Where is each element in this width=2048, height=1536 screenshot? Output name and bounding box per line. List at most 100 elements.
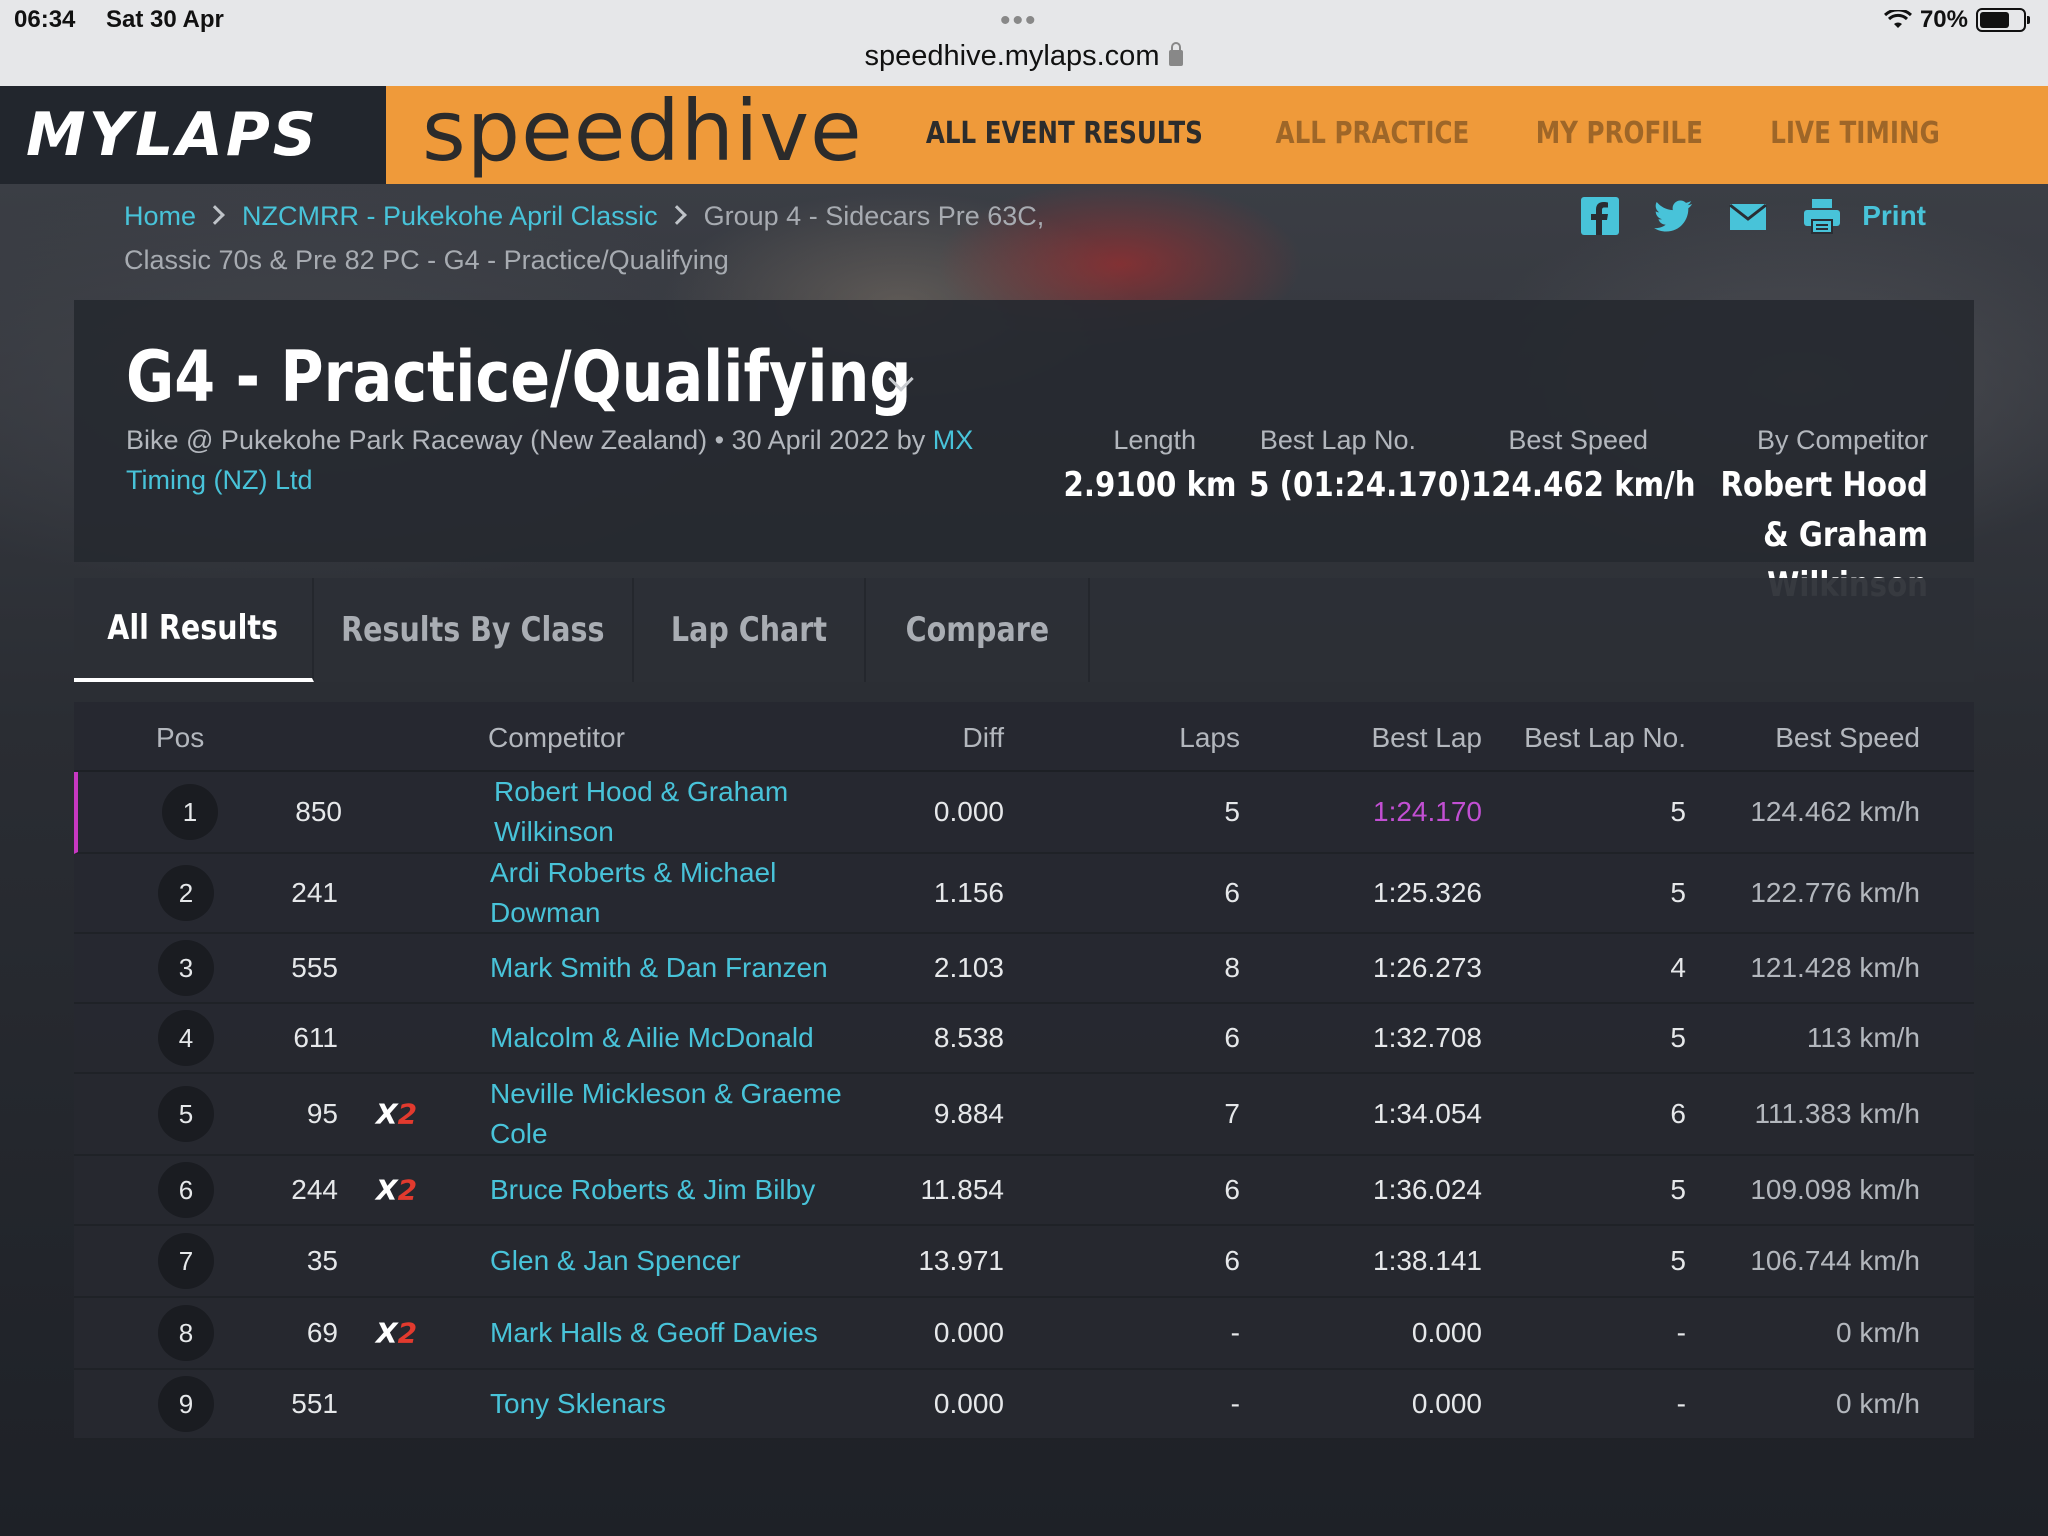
table-row[interactable]: 7 35 Glen & Jan Spencer 13.971 6 1:38.141 5 106… [74,1226,1974,1298]
nav-live-timing[interactable]: LIVE TIMING [1770,116,1940,151]
wifi-icon [1883,10,1912,28]
best-lap-value: 0.000 [1411,1317,1482,1348]
race-number: 241 [291,877,338,908]
best-lap-no-value: 4 [1670,952,1686,983]
diff-value: 11.854 [920,1174,1004,1205]
race-number: 551 [291,1388,338,1419]
x2-badge: X2 [376,1316,418,1350]
laps-value: 5 [1224,796,1240,827]
race-number: 850 [295,796,342,827]
position-badge: 3 [158,940,214,996]
tab-all-results[interactable]: All Results [74,578,314,682]
header-best-lap[interactable]: Best Lap [1371,722,1482,754]
tab-label: Compare [905,610,1049,650]
table-row[interactable]: 4 611 Malcolm & Ailie McDonald 8.538 6 1:32.7… [74,1004,1974,1074]
laps-value: 6 [1224,1174,1240,1205]
table-row[interactable]: 2 241 Ardi Roberts & Michael Dowman 1.156 6 1… [74,854,1974,934]
table-header: Pos Competitor Diff Laps Best Lap Best L… [74,702,1974,772]
breadcrumb-home[interactable]: Home [124,201,196,231]
competitor-link[interactable]: Ardi Roberts & Michael Dowman [490,853,850,933]
site-header: MYLAPS speedhive ALL EVENT RESULTS ALL P… [0,82,2048,184]
tab-label: Results By Class [341,610,605,650]
status-time: 06:34 [14,6,76,33]
results-tabs: All Results Results By Class Lap Chart C… [74,578,1974,682]
table-row[interactable]: 3 555 Mark Smith & Dan Franzen 2.103 8 1:26.2… [74,934,1974,1004]
laps-value: 8 [1224,952,1240,983]
tab-lap-chart[interactable]: Lap Chart [634,578,866,682]
nav-all-event-results[interactable]: ALL EVENT RESULTS [926,116,1203,151]
twitter-icon[interactable] [1654,196,1694,236]
print-icon[interactable] [1802,196,1842,236]
table-row[interactable]: 8 69 X2 Mark Halls & Geoff Davies 0.000 - 0.00… [74,1298,1974,1370]
tab-label: All Results [107,608,279,648]
best-lap-value: 1:32.708 [1373,1022,1482,1053]
print-button[interactable]: Print [1862,200,1926,232]
best-lap-no-value: 5 [1670,877,1686,908]
competitor-link[interactable]: Mark Halls & Geoff Davies [490,1313,850,1353]
best-lap-value: 1:34.054 [1373,1098,1482,1129]
best-speed-value: 0 km/h [1835,1317,1920,1348]
competitor-link[interactable]: Tony Sklenars [490,1384,850,1424]
competitor-link[interactable]: Malcolm & Ailie McDonald [490,1018,850,1058]
laps-value: 6 [1224,1022,1240,1053]
status-right: 70% [1883,6,2030,34]
competitor-link[interactable]: Mark Smith & Dan Franzen [490,948,850,988]
url-bar[interactable]: speedhive.mylaps.com [0,40,2048,73]
lock-icon [1169,42,1184,66]
best-lap-value: 0.000 [1411,1388,1482,1419]
results-table: Pos Competitor Diff Laps Best Lap Best L… [74,702,1974,1440]
stat-label: Best Lap No. [1259,425,1416,455]
competitor-link[interactable]: Neville Mickleson & Graeme Cole [490,1074,850,1154]
competitor-link[interactable]: Glen & Jan Spencer [490,1241,850,1281]
breadcrumb-event[interactable]: NZCMRR - Pukekohe April Classic [242,201,658,231]
race-number: 555 [291,952,338,983]
laps-value: 6 [1224,877,1240,908]
tab-results-by-class[interactable]: Results By Class [314,578,634,682]
stat-label: Length [1113,425,1196,455]
url-text: speedhive.mylaps.com [864,40,1160,72]
tab-compare[interactable]: Compare [866,578,1090,682]
diff-value: 1.156 [933,877,1004,908]
race-number: 244 [291,1174,338,1205]
best-lap-value: 1:24.170 [1373,796,1482,827]
stat-label: By Competitor [1756,425,1928,455]
best-speed-value: 0 km/h [1835,1388,1920,1419]
ios-status-bar: 06:34 Sat 30 Apr ••• 70% speedhive.mylap… [0,0,2048,86]
nav-my-profile[interactable]: MY PROFILE [1536,116,1703,151]
position-badge: 1 [162,784,218,840]
header-pos[interactable]: Pos [156,722,204,754]
header-best-speed[interactable]: Best Speed [1775,722,1920,754]
chevron-right-icon [205,205,225,225]
table-row[interactable]: 5 95 X2 Neville Mickleson & Graeme Cole 9.88… [74,1074,1974,1156]
speedhive-logo[interactable]: speedhive [422,82,863,180]
competitor-link[interactable]: Bruce Roberts & Jim Bilby [490,1170,850,1210]
race-number: 95 [306,1098,338,1129]
position-badge: 6 [158,1162,214,1218]
best-lap-no-value: 6 [1670,1098,1686,1129]
best-lap-no-value: - [1676,1317,1686,1348]
header-diff[interactable]: Diff [963,722,1005,754]
competitor-link[interactable]: Robert Hood & Graham Wilkinson [494,772,854,852]
facebook-icon[interactable] [1580,196,1620,236]
header-competitor[interactable]: Competitor [488,722,625,754]
best-speed-value: 121.428 km/h [1750,952,1920,983]
session-header-panel: G4 - Practice/Qualifying Bike @ Pukekohe… [74,300,1974,605]
status-date: Sat 30 Apr [106,6,224,33]
nav-all-practice[interactable]: ALL PRACTICE [1275,116,1469,151]
mylaps-logo-text: MYLAPS [26,100,320,170]
table-row[interactable]: 1 850 Robert Hood & Graham Wilkinson 0.000 5… [74,772,1974,854]
tab-label: Lap Chart [670,610,828,650]
header-best-lap-no[interactable]: Best Lap No. [1524,722,1686,754]
best-lap-value: 1:25.326 [1373,877,1482,908]
best-lap-no-value: 5 [1670,1174,1686,1205]
stat-value: 2.9100 km [1063,465,1237,505]
best-speed-value: 109.098 km/h [1750,1174,1920,1205]
multitasking-dots-icon[interactable]: ••• [1000,4,1038,38]
diff-value: 8.538 [933,1022,1004,1053]
mail-icon[interactable] [1728,196,1768,236]
x2-badge: X2 [376,1097,418,1131]
table-row[interactable]: 9 551 Tony Sklenars 0.000 - 0.000 - 0 km/h [74,1370,1974,1440]
table-row[interactable]: 6 244 X2 Bruce Roberts & Jim Bilby 11.854 6 1:… [74,1156,1974,1226]
header-laps[interactable]: Laps [1179,722,1240,754]
mylaps-logo[interactable]: MYLAPS [0,86,386,184]
